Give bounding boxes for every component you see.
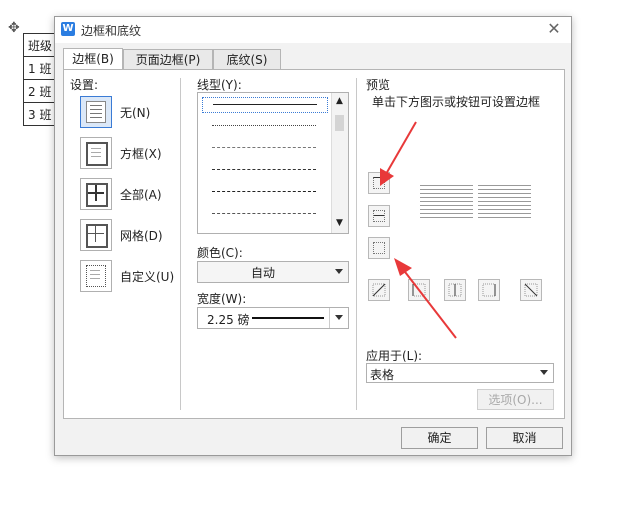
box-border-icon xyxy=(86,142,108,166)
setting-grid-button[interactable] xyxy=(80,219,112,251)
chevron-down-icon xyxy=(335,315,343,320)
setting-custom-label[interactable]: 自定义(U) xyxy=(120,268,174,285)
wps-app-icon: W xyxy=(61,22,75,36)
close-button[interactable]: ✕ xyxy=(545,20,563,38)
settings-heading: 设置: xyxy=(70,78,99,92)
scroll-up-icon[interactable]: ▲ xyxy=(336,97,343,106)
borders-shading-dialog: W 边框和底纹 ✕ 边框(B) 页面边框(P) 底纹(S) 设置: 无(N) 方… xyxy=(54,16,572,456)
width-sample-line xyxy=(252,317,324,319)
options-button[interactable]: 选项(O)... xyxy=(477,389,554,410)
borders-panel: 设置: 无(N) 方框(X) 全部(A) 网格(D) 自定义(U) 线型(Y):… xyxy=(63,69,565,419)
setting-none-button[interactable] xyxy=(80,96,112,128)
list-item[interactable] xyxy=(202,185,326,199)
diagonal-down-icon xyxy=(524,283,538,297)
line-style-list[interactable]: ▲ ▼ xyxy=(197,92,349,234)
chevron-down-icon xyxy=(540,370,548,375)
cancel-button[interactable]: 取消 xyxy=(486,427,563,449)
preview-column-right xyxy=(478,185,531,225)
scroll-down-icon[interactable]: ▼ xyxy=(336,219,343,228)
setting-grid-label[interactable]: 网格(D) xyxy=(120,227,163,244)
width-value: 2.25 磅 xyxy=(207,313,250,327)
setting-all-button[interactable] xyxy=(80,178,112,210)
apply-to-select[interactable]: 表格 xyxy=(366,363,554,383)
title-bar[interactable]: W 边框和底纹 ✕ xyxy=(55,17,571,43)
tab-page-border[interactable]: 页面边框(P) xyxy=(123,49,213,70)
divider xyxy=(180,78,181,410)
right-border-icon xyxy=(482,283,496,297)
color-select[interactable]: 自动 xyxy=(197,261,349,283)
list-item[interactable] xyxy=(202,119,326,133)
width-label: 宽度(W): xyxy=(197,292,247,306)
ok-button[interactable]: 确定 xyxy=(401,427,478,449)
list-item[interactable] xyxy=(202,163,326,177)
apply-to-label: 应用于(L): xyxy=(366,349,423,363)
setting-none-label[interactable]: 无(N) xyxy=(120,104,150,121)
preview-heading: 预览 xyxy=(366,78,391,92)
dialog-title: 边框和底纹 xyxy=(81,24,142,38)
setting-custom-button[interactable] xyxy=(80,260,112,292)
right-border-button[interactable] xyxy=(478,279,500,301)
all-borders-icon xyxy=(86,183,108,207)
setting-box-button[interactable] xyxy=(80,137,112,169)
diagonal-down-border-button[interactable] xyxy=(520,279,542,301)
tab-shading[interactable]: 底纹(S) xyxy=(213,49,281,70)
chevron-down-icon xyxy=(335,269,343,274)
custom-border-icon xyxy=(86,265,106,287)
setting-box-label[interactable]: 方框(X) xyxy=(120,145,162,162)
apply-to-value: 表格 xyxy=(370,368,395,382)
list-item[interactable] xyxy=(202,141,326,155)
line-style-heading: 线型(Y): xyxy=(197,78,242,92)
divider xyxy=(356,78,357,410)
grid-border-icon xyxy=(86,224,108,248)
none-border-icon xyxy=(86,101,106,123)
setting-all-label[interactable]: 全部(A) xyxy=(120,186,162,203)
tab-borders[interactable]: 边框(B) xyxy=(63,48,123,71)
list-item[interactable] xyxy=(202,207,326,221)
scroll-thumb[interactable] xyxy=(335,115,344,131)
color-value: 自动 xyxy=(250,266,275,280)
width-select[interactable]: 2.25 磅 xyxy=(197,307,349,329)
list-item[interactable] xyxy=(202,97,328,113)
color-label: 颜色(C): xyxy=(197,246,243,260)
table-move-handle-icon[interactable]: ✥ xyxy=(8,20,24,36)
line-style-scrollbar[interactable]: ▲ ▼ xyxy=(331,93,348,233)
annotation-arrows xyxy=(380,121,457,339)
preview-hint: 单击下方图示或按钮可设置边框 xyxy=(372,95,541,109)
